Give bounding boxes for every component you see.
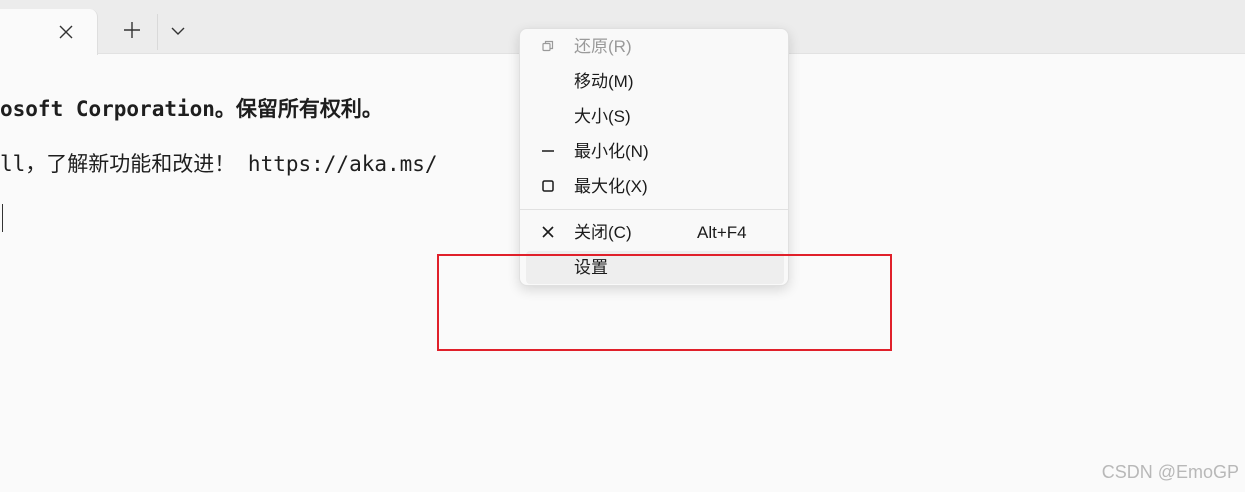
- maximize-icon: [540, 178, 556, 194]
- close-icon: [540, 224, 556, 240]
- menu-item-size[interactable]: 大小(S): [526, 100, 784, 133]
- menu-item-label: 移动(M): [574, 72, 634, 91]
- menu-divider: [520, 209, 788, 210]
- window-context-menu: 还原(R) 移动(M) 大小(S) 最小化(N) 最大化(X) 关闭(C) Al…: [519, 28, 789, 286]
- terminal-tab[interactable]: [0, 9, 98, 55]
- menu-item-label: 最大化(X): [574, 177, 648, 196]
- menu-item-close[interactable]: 关闭(C) Alt+F4: [526, 216, 784, 249]
- close-icon[interactable]: [57, 23, 75, 41]
- menu-item-label: 大小(S): [574, 107, 631, 126]
- titlebar-divider: [157, 14, 158, 50]
- watermark: CSDN @EmoGP: [1101, 462, 1239, 482]
- menu-item-maximize[interactable]: 最大化(X): [526, 170, 784, 203]
- menu-item-shortcut: Alt+F4: [697, 223, 747, 242]
- chevron-down-icon[interactable]: [165, 14, 191, 46]
- menu-item-label: 还原(R): [574, 37, 632, 56]
- restore-icon: [540, 38, 556, 54]
- menu-item-label: 关闭(C): [574, 223, 632, 242]
- text-cursor: [2, 204, 3, 232]
- terminal-line: ll，了解新功能和改进！ https://aka.ms/: [0, 152, 438, 176]
- plus-icon[interactable]: [119, 14, 145, 46]
- menu-item-move[interactable]: 移动(M): [526, 65, 784, 98]
- annotation-highlight-box: [437, 254, 892, 351]
- minimize-icon: [540, 143, 556, 159]
- menu-item-minimize[interactable]: 最小化(N): [526, 135, 784, 168]
- menu-item-label: 最小化(N): [574, 142, 649, 161]
- terminal-line: osoft Corporation。保留所有权利。: [0, 97, 383, 121]
- menu-item-restore: 还原(R): [526, 30, 784, 63]
